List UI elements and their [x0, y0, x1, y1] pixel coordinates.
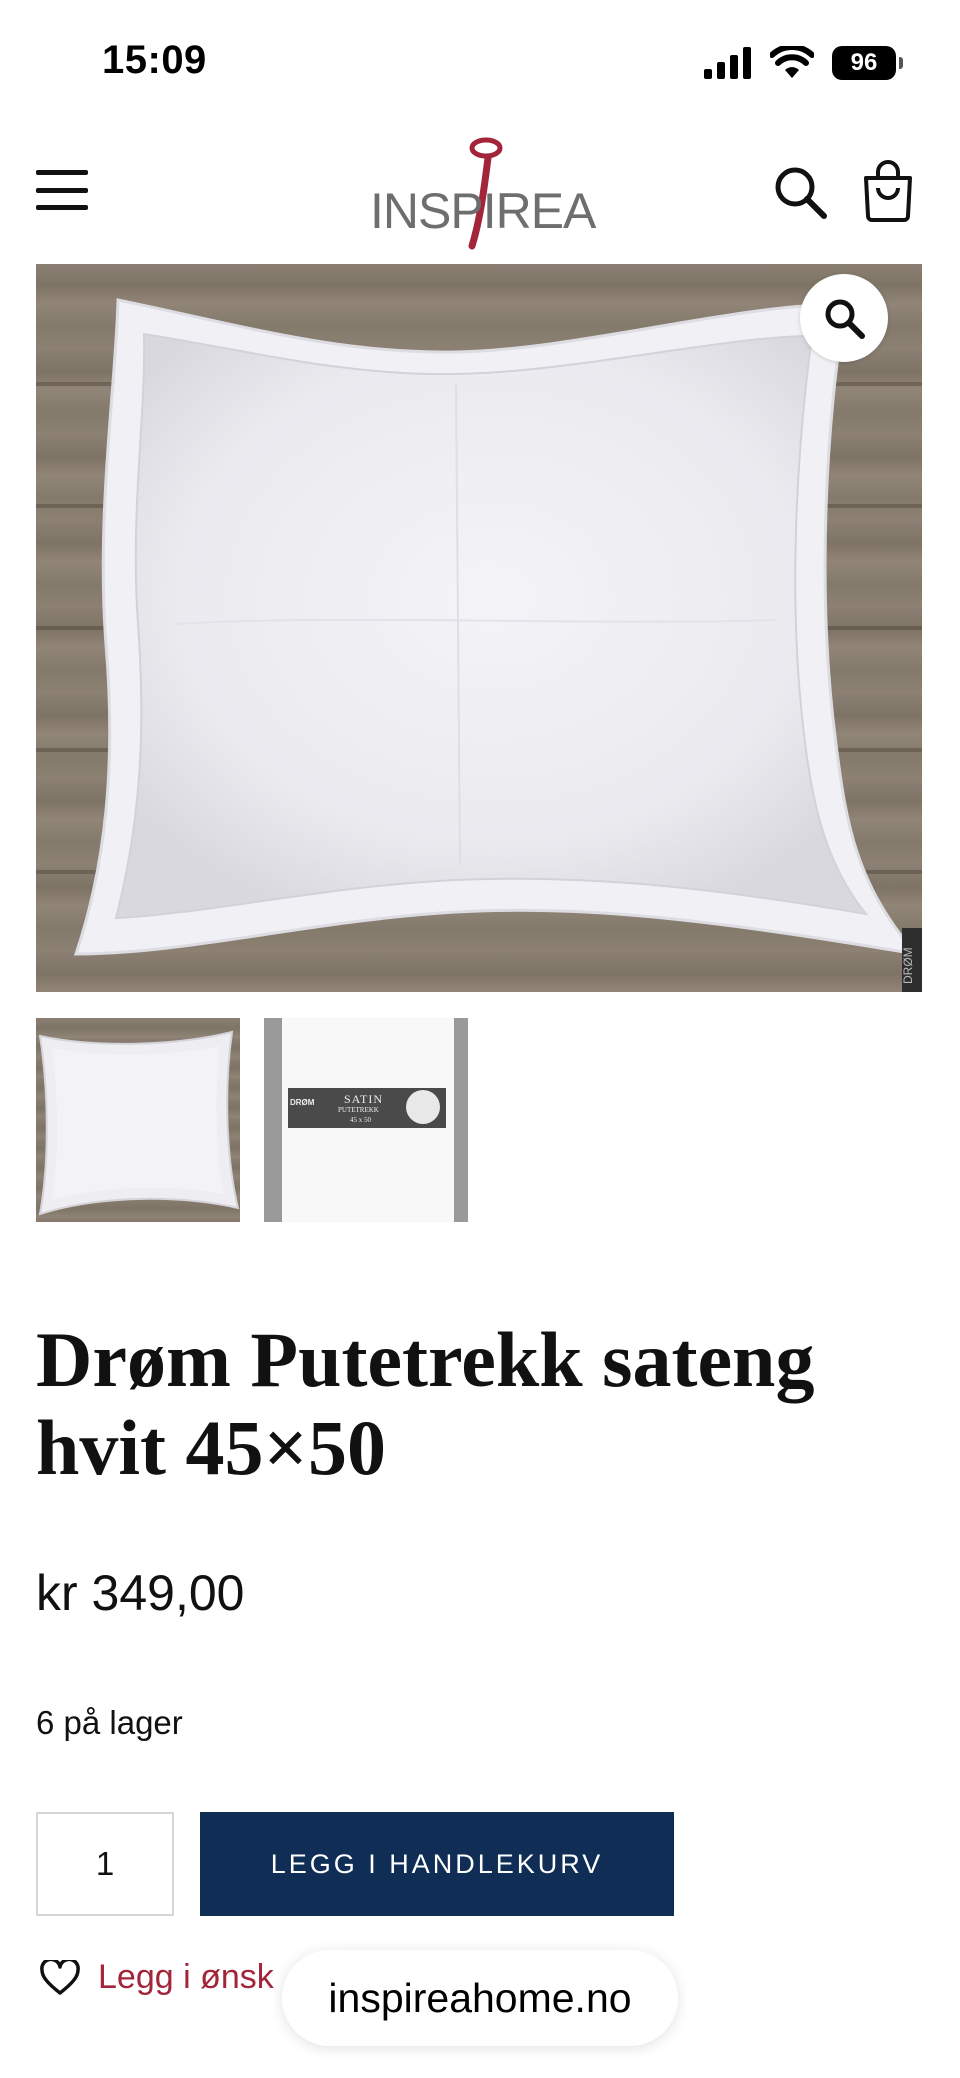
logo-text: INSPIREA	[370, 183, 596, 239]
product-main-image[interactable]: DRØM	[36, 264, 922, 992]
browser-url-bar[interactable]: inspireahome.no	[282, 1950, 678, 2046]
thumbnail-1[interactable]	[36, 1018, 240, 1222]
wifi-icon	[770, 46, 814, 78]
menu-icon[interactable]	[36, 170, 88, 210]
package-title: SATIN	[344, 1092, 384, 1106]
battery-indicator: 96	[832, 46, 903, 80]
search-icon[interactable]	[772, 164, 828, 220]
zoom-icon[interactable]	[800, 274, 888, 362]
signal-icon	[704, 47, 751, 79]
add-to-wishlist-link[interactable]: Legg i ønsk	[40, 1958, 274, 1997]
package-brand: DRØM	[290, 1098, 315, 1107]
product-title: Drøm Putetrekk sateng hvit 45×50	[36, 1316, 815, 1491]
add-to-cart-button[interactable]: LEGG I HANDLEKURV	[200, 1812, 674, 1916]
corner-tag-text: DRØM	[901, 947, 915, 984]
package-size: 45 x 50	[350, 1116, 371, 1124]
site-logo[interactable]: INSPIREA	[360, 130, 600, 250]
product-price: kr 349,00	[36, 1565, 245, 1621]
quantity-input[interactable]: 1	[36, 1812, 174, 1916]
package-badge	[406, 1090, 440, 1124]
site-header: INSPIREA	[0, 120, 960, 260]
status-time: 15:09	[102, 38, 207, 82]
heart-icon	[40, 1959, 80, 1995]
shopping-bag-icon[interactable]	[860, 160, 916, 222]
pillow-thumbnail	[38, 1030, 240, 1216]
status-bar: 15:09 96	[0, 0, 960, 120]
pillow-image: DRØM	[73, 298, 922, 992]
package-subtitle: PUTETREKK	[338, 1106, 379, 1114]
status-icons: 96	[704, 46, 903, 80]
stock-status: 6 på lager	[36, 1704, 183, 1741]
wishlist-label: Legg i ønsk	[98, 1958, 274, 1996]
thumbnail-2[interactable]: DRØM SATIN PUTETREKK 45 x 50	[264, 1018, 468, 1222]
